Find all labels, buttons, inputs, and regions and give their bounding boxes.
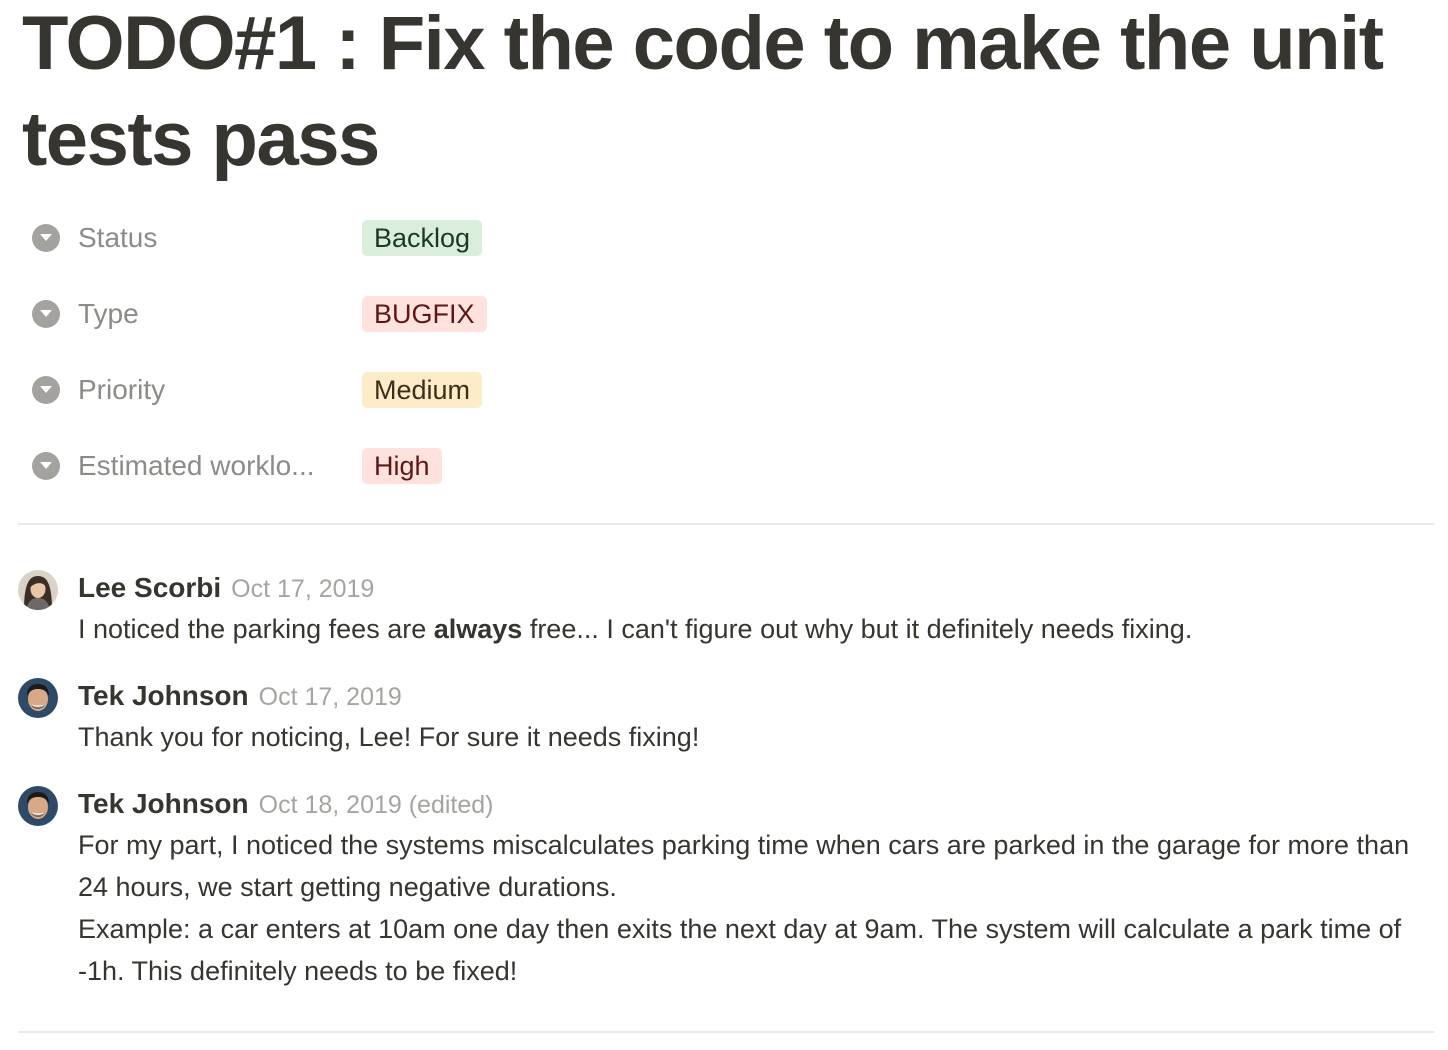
chevron-down-circle-icon	[32, 452, 60, 480]
avatar-icon[interactable]	[18, 678, 58, 718]
properties-panel: Status Backlog Type BUGFIX Priority Medi…	[18, 214, 1418, 518]
comment-date: Oct 17, 2019	[258, 683, 402, 711]
property-label[interactable]: Status	[78, 222, 157, 254]
property-estimated-workload[interactable]: Estimated worklo... High	[18, 442, 1418, 490]
page: TODO#1 : Fix the code to make the unit t…	[0, 0, 1448, 1050]
comment-body: I noticed the parking fees are always fr…	[78, 608, 1418, 650]
comment-text-bold: always	[433, 614, 523, 644]
comment-text-part: free... I can't figure out why but it de…	[522, 614, 1193, 644]
priority-tag[interactable]: Medium	[362, 372, 483, 408]
property-status[interactable]: Status Backlog	[18, 214, 1418, 262]
comment-header: Tek Johnson Oct 18, 2019 (edited)	[78, 786, 494, 827]
type-tag[interactable]: BUGFIX	[362, 296, 487, 332]
property-label[interactable]: Type	[78, 298, 139, 330]
property-label[interactable]: Estimated worklo...	[78, 450, 315, 482]
comment-date: Oct 17, 2019	[231, 575, 375, 603]
comment-header: Tek Johnson Oct 17, 2019	[78, 678, 402, 719]
avatar-icon[interactable]	[18, 570, 58, 610]
chevron-down-circle-icon	[32, 300, 60, 328]
comment-author[interactable]: Lee Scorbi	[78, 572, 221, 603]
comment-text: For my part, I noticed the systems misca…	[78, 830, 1410, 902]
property-type[interactable]: Type BUGFIX	[18, 290, 1418, 338]
workload-tag[interactable]: High	[362, 448, 442, 484]
property-label[interactable]: Priority	[78, 374, 165, 406]
comment-text-part: I noticed the parking fees are	[78, 614, 434, 644]
comment-text: Thank you for noticing, Lee! For sure it…	[78, 722, 700, 752]
comment-author[interactable]: Tek Johnson	[78, 680, 249, 711]
comment-date: Oct 18, 2019 (edited)	[258, 791, 494, 819]
page-title[interactable]: TODO#1 : Fix the code to make the unit t…	[22, 0, 1422, 188]
comment-body: Thank you for noticing, Lee! For sure it…	[78, 716, 1418, 758]
chevron-down-circle-icon	[32, 224, 60, 252]
status-tag[interactable]: Backlog	[362, 220, 483, 256]
comment-body: For my part, I noticed the systems misca…	[78, 824, 1418, 992]
comment-header: Lee Scorbi Oct 17, 2019	[78, 570, 374, 611]
divider	[18, 523, 1434, 525]
comment-author[interactable]: Tek Johnson	[78, 788, 249, 819]
chevron-down-circle-icon	[32, 376, 60, 404]
property-priority[interactable]: Priority Medium	[18, 366, 1418, 414]
comment-text: I noticed the parking fees are always fr…	[78, 608, 1418, 650]
comment-text: Example: a car enters at 10am one day th…	[78, 914, 1402, 986]
divider	[18, 1031, 1434, 1033]
avatar-icon[interactable]	[18, 786, 58, 826]
